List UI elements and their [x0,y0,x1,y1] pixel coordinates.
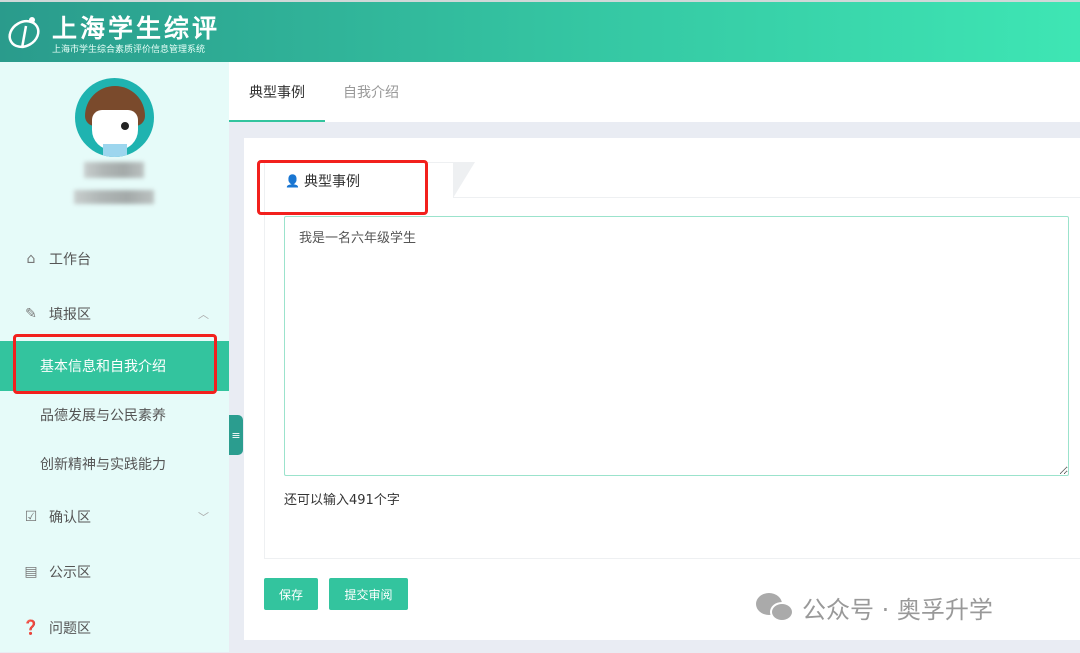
sidebar-item-label: 工作台 [49,252,91,268]
watermark-text: 公众号 · 奥孚升学 [802,596,993,624]
watermark: 公众号 · 奥孚升学 [756,590,993,625]
tab-self-intro[interactable]: 自我介绍 [343,62,399,122]
tab-bar: 典型事例 自我介绍 [229,62,1080,122]
logo-icon [8,17,40,49]
case-textarea[interactable]: 我是一名六年级学生 [284,216,1069,476]
sidebar-item-workbench[interactable]: ⌂ 工作台 [0,234,229,284]
highlight-box [257,160,428,215]
user-name-blurred [84,162,144,178]
sidebar-subitem-morality[interactable]: 品德发展与公民素养 [0,390,229,440]
app-title: 上海学生综评 [52,14,221,43]
sidebar-item-label: 填报区 [49,307,91,323]
app-header: 上海学生综评 上海市学生综合素质评价信息管理系统 [0,0,1080,62]
chevron-up-icon: ︿ [198,308,209,321]
question-icon: ❓ [22,620,40,636]
avatar [75,78,154,157]
sidebar-item-public[interactable]: ▤ 公示区 [0,547,229,597]
edit-icon: ✎ [25,306,37,322]
sidebar-item-fill[interactable]: ✎ 填报区 ︿ [0,289,229,339]
collapse-sidebar-handle[interactable]: ≡ [229,415,243,455]
sidebar-item-label: 公示区 [49,565,91,581]
tab-typical-cases[interactable]: 典型事例 [229,62,325,122]
sidebar-item-confirm[interactable]: ☑ 确认区 ﹀ [0,492,229,542]
menu-icon: ≡ [231,428,241,442]
checkbox-icon: ☑ [24,509,38,525]
newspaper-icon: ▤ [24,564,38,580]
home-icon: ⌂ [26,251,36,267]
wechat-icon [756,592,794,623]
chevron-down-icon: ﹀ [198,511,209,524]
user-school-blurred [74,190,154,204]
submit-review-button[interactable]: 提交审阅 [329,578,408,610]
sidebar-item-label: 确认区 [49,510,91,526]
app-subtitle: 上海市学生综合素质评价信息管理系统 [52,45,206,55]
char-counter: 还可以输入491个字 [284,493,400,508]
save-button[interactable]: 保存 [264,578,318,610]
sidebar-subitem-innovation[interactable]: 创新精神与实践能力 [0,439,229,489]
sidebar-item-questions[interactable]: ❓ 问题区 [0,603,229,653]
highlight-box [13,334,217,394]
sidebar-item-label: 问题区 [49,621,91,637]
